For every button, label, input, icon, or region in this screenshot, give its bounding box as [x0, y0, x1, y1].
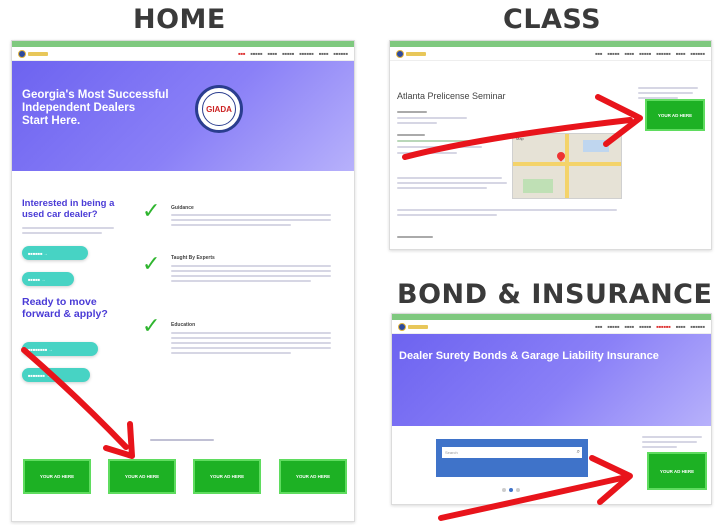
ad-button-2[interactable]: YOUR AD HERE [108, 459, 176, 494]
nav-links[interactable]: ■■■ ■■■■■ ■■■■ ■■■■■ ■■■■■■ ■■■■ ■■■■■■ [595, 51, 705, 56]
home-heading: HOME [133, 4, 226, 35]
class-heading: CLASS [503, 4, 602, 35]
ad-button-1[interactable]: YOUR AD HERE [23, 459, 91, 494]
site-logo[interactable] [18, 49, 48, 58]
giada-badge: GIADA [195, 85, 243, 133]
bond-ad-button[interactable]: YOUR AD HERE [647, 452, 707, 490]
bond-hero: Dealer Surety Bonds & Garage Liability I… [392, 334, 711, 426]
ad-button-3[interactable]: YOUR AD HERE [193, 459, 261, 494]
bond-insurance-heading: BOND & INSURANCE [397, 279, 713, 310]
left-headline: Interested in being a used car dealer? [22, 198, 115, 220]
class-screenshot: ■■■ ■■■■■ ■■■■ ■■■■■ ■■■■■■ ■■■■ ■■■■■■ Atlant… [389, 40, 712, 250]
nav-bar: ■■■ ■■■■■ ■■■■ ■■■■■ ■■■■■■ ■■■■ ■■■■■■ [390, 47, 711, 61]
class-page-title: Atlanta Prelicense Seminar [397, 91, 506, 101]
search-placeholder: Search [445, 450, 458, 455]
search-panel: Search ⌕ [436, 439, 588, 477]
top-bar [390, 41, 711, 47]
feature-3-title: Education [171, 322, 196, 328]
feature-1-title: Guidance [171, 205, 194, 211]
badge-text: GIADA [205, 104, 233, 114]
check-icon: ✓ [142, 314, 161, 339]
top-bar [392, 314, 711, 320]
nav-links[interactable]: ■■■ ■■■■■ ■■■■ ■■■■■ ■■■■■■ ■■■■ ■■■■■■ [238, 51, 348, 56]
check-icon: ✓ [142, 252, 161, 277]
teal-button-3[interactable]: ■■■■■■■■ → [22, 342, 98, 356]
teal-button-1[interactable]: ■■■■■■ → [22, 246, 88, 260]
top-bar [12, 41, 354, 47]
left-headline-2: Ready to move forward & apply? [22, 296, 108, 320]
site-logo[interactable] [396, 49, 426, 58]
teal-button-2[interactable]: ■■■■■ → [22, 272, 74, 286]
check-icon: ✓ [142, 199, 161, 224]
search-icon[interactable]: ⌕ [577, 449, 580, 456]
teal-button-4[interactable]: ■■■■■■■ → [22, 368, 90, 382]
hero-title: Georgia's Most Successful Independent De… [22, 89, 169, 128]
bond-hero-title: Dealer Surety Bonds & Garage Liability I… [399, 350, 659, 362]
class-map[interactable]: Map [512, 133, 622, 199]
bond-insurance-screenshot: ■■■ ■■■■■ ■■■■ ■■■■■ ■■■■■■ ■■■■ ■■■■■■ Dealer… [391, 313, 712, 505]
home-screenshot: ■■■ ■■■■■ ■■■■ ■■■■■ ■■■■■■ ■■■■ ■■■■■■ Georgi… [11, 40, 355, 522]
feature-2-title: Taught By Experts [171, 255, 215, 261]
map-label: Map [516, 136, 524, 141]
class-ad-button[interactable]: YOUR AD HERE [645, 99, 705, 131]
home-hero: Georgia's Most Successful Independent De… [12, 61, 354, 171]
nav-bar: ■■■ ■■■■■ ■■■■ ■■■■■ ■■■■■■ ■■■■ ■■■■■■ [392, 320, 711, 334]
search-input[interactable]: Search ⌕ [442, 447, 582, 458]
ad-button-4[interactable]: YOUR AD HERE [279, 459, 347, 494]
nav-bar: ■■■ ■■■■■ ■■■■ ■■■■■ ■■■■■■ ■■■■ ■■■■■■ [12, 47, 354, 61]
nav-links[interactable]: ■■■ ■■■■■ ■■■■ ■■■■■ ■■■■■■ ■■■■ ■■■■■■ [595, 324, 705, 329]
site-logo[interactable] [398, 322, 428, 331]
carousel-dots[interactable] [502, 488, 520, 492]
